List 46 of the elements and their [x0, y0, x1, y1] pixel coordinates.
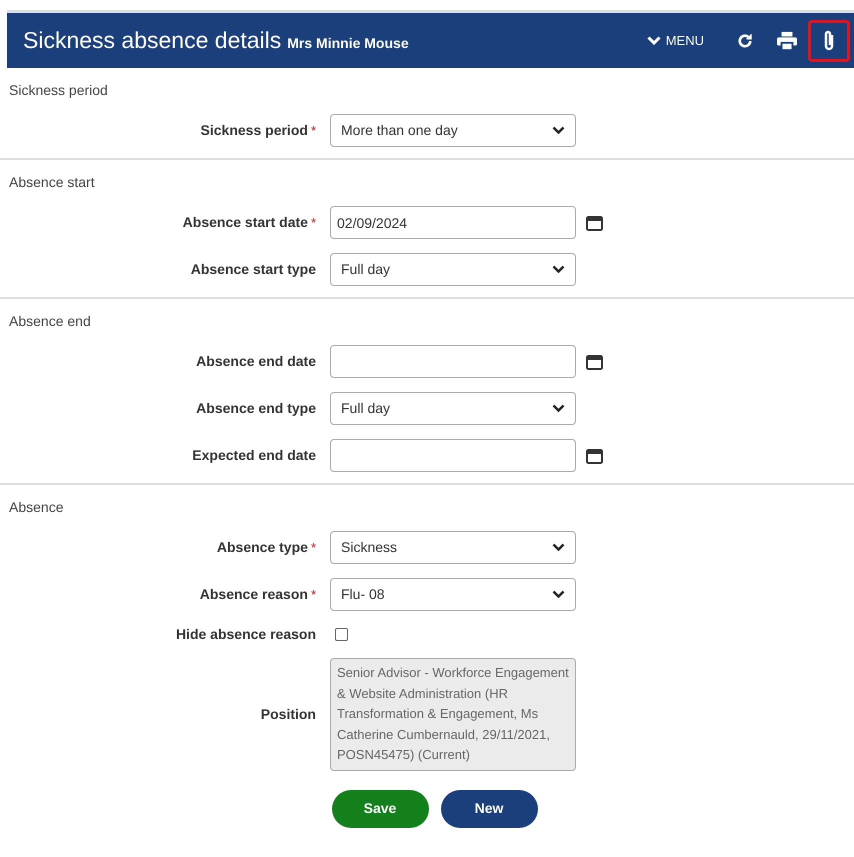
field-label: Sickness period: [200, 121, 308, 140]
field-label: Absence type: [216, 538, 308, 557]
calendar-icon[interactable]: [586, 214, 603, 230]
field-label: Absence end type: [196, 399, 316, 418]
required-marker: *: [310, 538, 316, 557]
date-field[interactable]: [330, 439, 576, 472]
required-marker: *: [310, 122, 316, 140]
menu-button[interactable]: MENU: [646, 30, 704, 50]
dropdown[interactable]: Full day: [330, 392, 576, 425]
field-label: Absence start date: [182, 213, 308, 232]
section-heading: Sickness period: [8, 81, 109, 100]
save-button[interactable]: Save: [332, 790, 428, 828]
section-heading: Absence: [8, 498, 64, 517]
field-label: Expected end date: [192, 446, 316, 465]
dropdown[interactable]: Full day: [330, 253, 576, 286]
chevron-down-icon: [552, 543, 565, 552]
chevron-down-icon: [646, 36, 661, 46]
calendar-icon[interactable]: [586, 354, 603, 370]
dropdown[interactable]: Sickness: [330, 531, 576, 564]
page-title: Sickness absence details: [23, 26, 282, 56]
field-label: Hide absence reason: [176, 625, 316, 644]
required-marker: *: [310, 586, 316, 604]
field-label: Absence start type: [190, 260, 316, 279]
date-field[interactable]: 02/09/2024: [330, 206, 576, 239]
print-icon: [776, 30, 798, 50]
chevron-down-icon: [552, 404, 565, 413]
position-text-box[interactable]: Senior Advisor - Workforce Engagement & Website Administration (HR Transformation & Engagement, Ms Catherine Cumbernauld, 29/11/2021, POSN45475) (Current): [330, 658, 576, 770]
dropdown[interactable]: Flu- 08: [330, 578, 576, 611]
attach-button[interactable]: [808, 20, 850, 62]
field-label: Absence reason: [200, 585, 308, 604]
required-marker: *: [310, 214, 316, 232]
calendar-icon[interactable]: [586, 448, 603, 464]
checkbox[interactable]: [335, 628, 348, 641]
dropdown[interactable]: More than one day: [330, 114, 576, 147]
field-label: Absence end date: [196, 352, 316, 371]
employee-name: Mrs Minnie Mouse: [287, 34, 409, 52]
refresh-icon: [736, 32, 754, 50]
paperclip-icon: [822, 28, 836, 52]
chevron-down-icon: [552, 126, 565, 135]
chevron-down-icon: [552, 590, 565, 599]
date-field[interactable]: [330, 345, 576, 378]
field-label: Position: [260, 704, 316, 724]
new-button[interactable]: New: [440, 790, 538, 828]
chevron-down-icon: [552, 265, 565, 274]
section-heading: Absence start: [8, 173, 96, 192]
section-heading: Absence end: [8, 312, 92, 331]
